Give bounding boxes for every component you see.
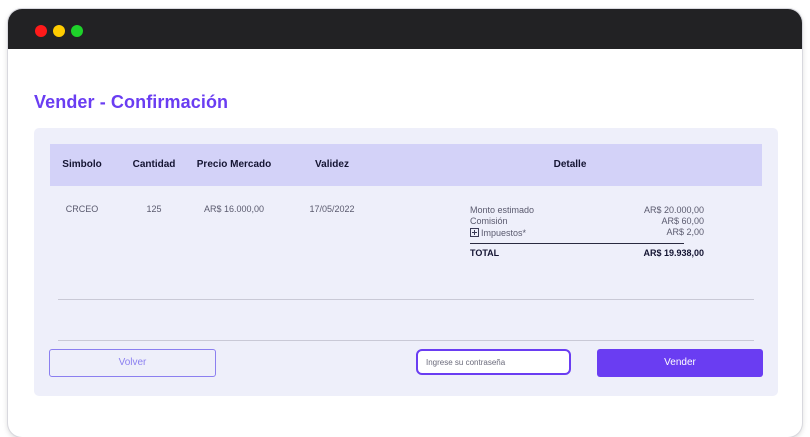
total-divider [470,243,684,244]
total-label: TOTAL [470,248,500,258]
total-value: AR$ 19.938,00 [643,248,704,258]
detail-value-taxes: AR$ 2,00 [666,227,704,237]
confirmation-panel: Simbolo Cantidad Precio Mercado Validez … [34,128,778,396]
sell-button[interactable]: Vender [597,349,763,377]
expand-plus-icon[interactable] [470,228,479,237]
column-header-detail: Detalle [553,159,587,170]
minimize-window-button[interactable] [53,25,65,37]
app-window: Vender - Confirmación Simbolo Cantidad P… [8,9,802,437]
close-window-button[interactable] [35,25,47,37]
column-header-market-price: Precio Mercado [196,159,272,170]
detail-label-commission: Comisión [470,216,508,226]
detail-value-estimated-amount: AR$ 20.000,00 [643,205,704,215]
cell-market-price: AR$ 16.000,00 [203,204,265,214]
detail-taxes-row: Impuestos* [470,227,526,238]
table-header: Simbolo Cantidad Precio Mercado Validez … [50,144,762,186]
title-bar [8,9,802,49]
divider [58,299,754,300]
column-header-validity: Validez [315,159,349,170]
page-title: Vender - Confirmación [34,92,229,112]
detail-label-estimated-amount: Monto estimado [470,205,535,215]
password-input[interactable] [416,349,571,375]
back-button[interactable]: Volver [49,349,216,377]
column-header-symbol: Simbolo [62,159,102,170]
detail-label-taxes: Impuestos* [481,228,527,238]
cell-validity: 17/05/2022 [309,204,355,214]
maximize-window-button[interactable] [71,25,83,37]
detail-value-commission: AR$ 60,00 [661,216,704,226]
cell-quantity: 125 [146,204,162,214]
divider [58,340,754,341]
column-header-quantity: Cantidad [132,159,176,170]
cell-symbol: CRCEO [65,204,99,214]
